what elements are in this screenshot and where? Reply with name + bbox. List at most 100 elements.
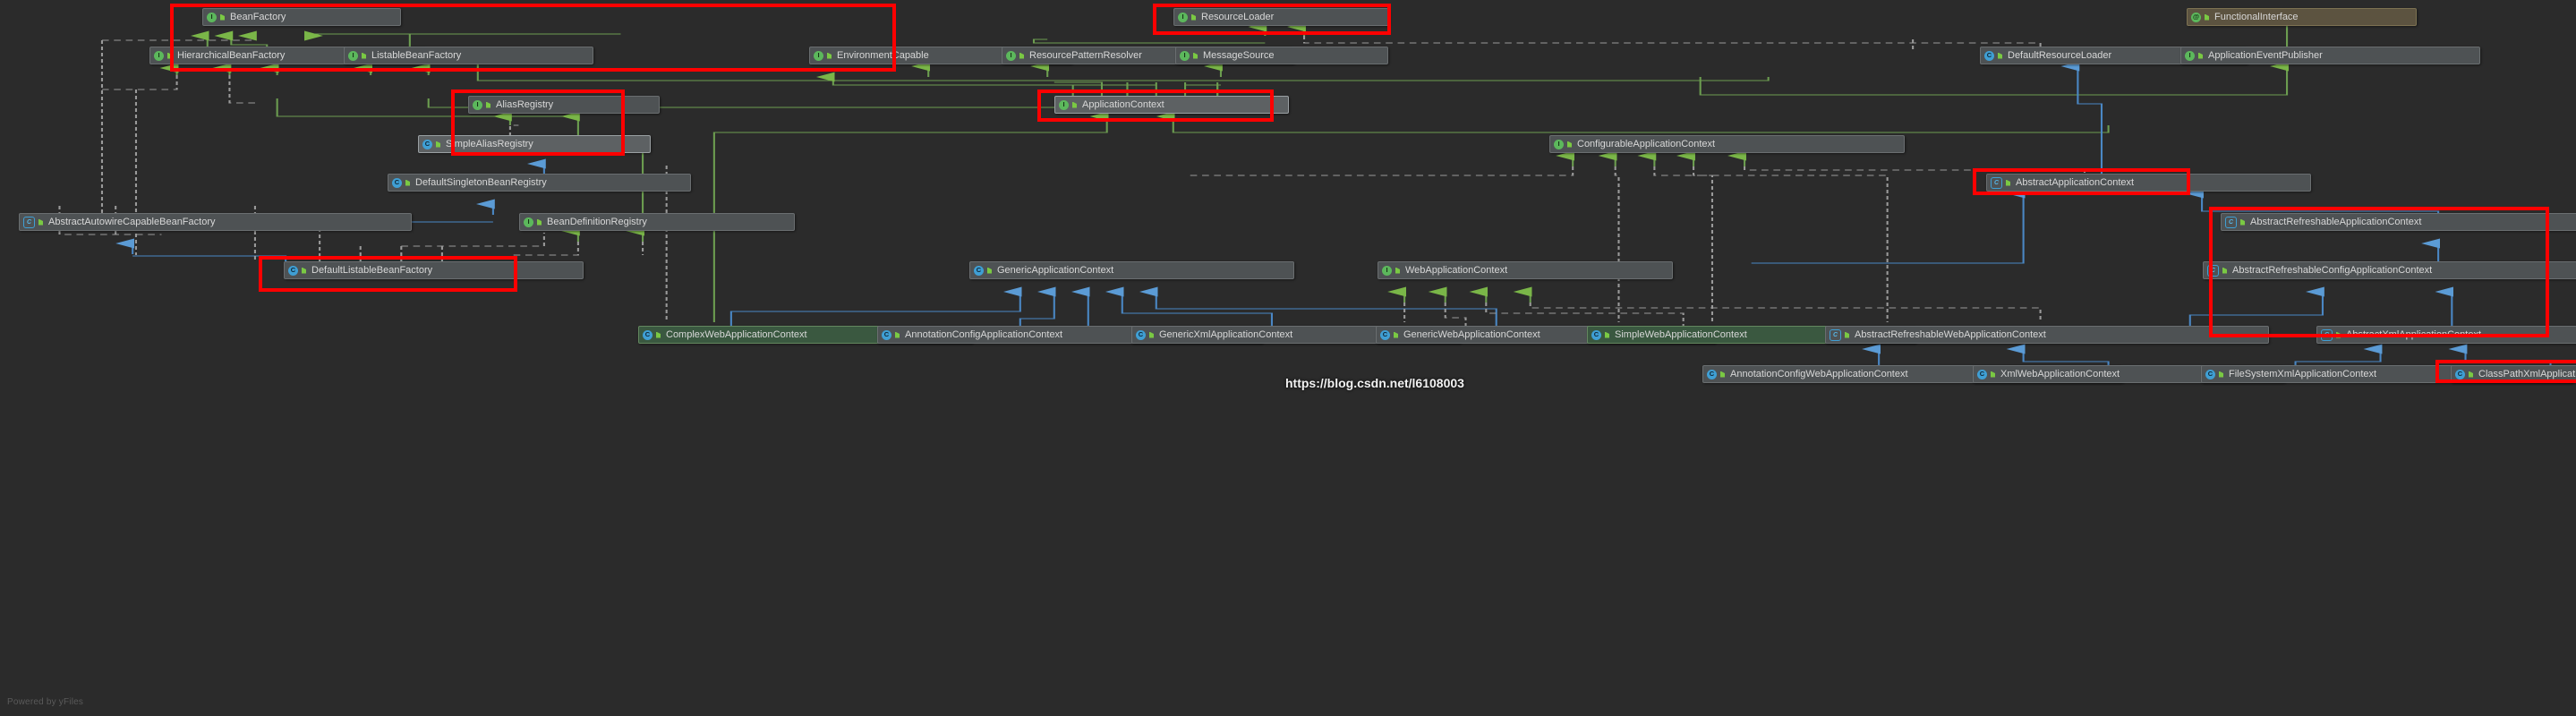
uml-node-classPathXmlApplicationContext[interactable]: C ClassPathXmlApplicationContext bbox=[2451, 365, 2576, 383]
interface-icon: I bbox=[524, 217, 533, 227]
uml-node-listableBeanFactory[interactable]: I ListableBeanFactory bbox=[344, 47, 593, 64]
uml-node-label: WebApplicationContext bbox=[1405, 264, 1508, 276]
uml-node-label: AbstractRefreshableConfigApplicationCont… bbox=[2232, 264, 2433, 276]
uml-node-abstractRefreshableApplicationContext[interactable]: C AbstractRefreshableApplicationContext bbox=[2221, 213, 2576, 231]
uml-node-resourceLoader[interactable]: I ResourceLoader bbox=[1173, 8, 1389, 26]
interface-icon: I bbox=[2185, 50, 2195, 61]
uml-node-label: ComplexWebApplicationContext bbox=[666, 328, 807, 340]
uml-node-abstractRefreshableWebApplicationContext[interactable]: C AbstractRefreshableWebApplicationContex… bbox=[1825, 326, 2269, 344]
class-icon: C bbox=[1380, 329, 1390, 340]
uml-node-beanDefinitionRegistry[interactable]: I BeanDefinitionRegistry bbox=[519, 213, 795, 231]
uml-node-applicationEventPublisher[interactable]: I ApplicationEventPublisher bbox=[2180, 47, 2480, 64]
class-icon: C bbox=[422, 139, 432, 149]
uml-node-defaultListableBeanFactory[interactable]: C DefaultListableBeanFactory bbox=[284, 261, 584, 279]
class-icon: C bbox=[392, 177, 402, 188]
uml-node-label: ClassPathXmlApplicationContext bbox=[2478, 368, 2576, 379]
visibility-public-icon bbox=[1395, 267, 1402, 275]
uml-node-label: AliasRegistry bbox=[496, 98, 554, 110]
visibility-public-icon bbox=[1844, 331, 1851, 339]
visibility-public-icon bbox=[361, 52, 368, 60]
visibility-public-icon bbox=[894, 331, 901, 339]
uml-node-genericApplicationContext[interactable]: C GenericApplicationContext bbox=[969, 261, 1294, 279]
visibility-public-icon bbox=[166, 52, 174, 60]
yfiles-watermark: Powered by yFiles bbox=[7, 697, 84, 707]
visibility-public-icon bbox=[2005, 179, 2012, 187]
uml-node-label: GenericApplicationContext bbox=[997, 264, 1114, 276]
interface-icon: I bbox=[207, 12, 217, 22]
abstract-class-icon: C bbox=[23, 216, 35, 228]
uml-node-abstractRefreshableConfigApplicationContext[interactable]: C AbstractRefreshableConfigApplicationCon… bbox=[2203, 261, 2576, 279]
uml-node-simpleAliasRegistry[interactable]: C SimpleAliasRegistry bbox=[418, 135, 651, 153]
visibility-public-icon bbox=[2197, 52, 2205, 60]
uml-node-aliasRegistry[interactable]: I AliasRegistry bbox=[468, 96, 660, 114]
class-icon: C bbox=[1984, 50, 1994, 61]
class-icon: C bbox=[1591, 329, 1601, 340]
uml-node-label: GenericXmlApplicationContext bbox=[1159, 328, 1293, 340]
uml-node-functionalInterface[interactable]: @ FunctionalInterface bbox=[2187, 8, 2417, 26]
visibility-public-icon bbox=[826, 52, 833, 60]
uml-node-label: DefaultListableBeanFactory bbox=[311, 264, 433, 276]
uml-node-label: ResourceLoader bbox=[1201, 11, 1275, 22]
uml-node-abstractAutowireCapableBeanFactory[interactable]: C AbstractAutowireCapableBeanFactory bbox=[19, 213, 412, 231]
uml-node-abstractXmlApplicationContext[interactable]: C AbstractXmlApplicationContext bbox=[2316, 326, 2576, 344]
uml-node-label: DefaultSingletonBeanRegistry bbox=[415, 176, 547, 188]
visibility-public-icon bbox=[1997, 52, 2004, 60]
uml-node-label: FileSystemXmlApplicationContext bbox=[2229, 368, 2377, 379]
uml-diagram-canvas[interactable]: I BeanFactory I ResourceLoader @ FunctionalIn… bbox=[0, 0, 2576, 716]
visibility-public-icon bbox=[301, 267, 308, 275]
abstract-class-icon: C bbox=[1991, 176, 2002, 189]
visibility-public-icon bbox=[1604, 331, 1611, 339]
class-icon: C bbox=[1707, 369, 1717, 379]
uml-node-label: BeanFactory bbox=[230, 11, 286, 22]
class-icon: C bbox=[882, 329, 891, 340]
class-icon: C bbox=[1136, 329, 1146, 340]
annotation-icon: @ bbox=[2191, 12, 2201, 22]
visibility-public-icon bbox=[1719, 371, 1727, 379]
visibility-public-icon bbox=[1190, 13, 1198, 21]
visibility-public-icon bbox=[1566, 141, 1574, 149]
uml-node-label: AbstractAutowireCapableBeanFactory bbox=[48, 216, 216, 227]
uml-node-configurableApplicationContext[interactable]: I ConfigurableApplicationContext bbox=[1549, 135, 1905, 153]
abstract-class-icon: C bbox=[2321, 328, 2333, 341]
abstract-class-icon: C bbox=[2225, 216, 2237, 228]
uml-node-beanFactory[interactable]: I BeanFactory bbox=[202, 8, 401, 26]
visibility-public-icon bbox=[1148, 331, 1156, 339]
uml-node-label: ResourcePatternResolver bbox=[1029, 49, 1142, 61]
interface-icon: I bbox=[154, 50, 164, 61]
interface-icon: I bbox=[1178, 12, 1188, 22]
visibility-public-icon bbox=[38, 218, 45, 226]
uml-node-abstractApplicationContext[interactable]: C AbstractApplicationContext bbox=[1986, 174, 2311, 192]
interface-icon: I bbox=[1059, 99, 1069, 110]
visibility-public-icon bbox=[2468, 371, 2475, 379]
uml-node-messageSource[interactable]: I MessageSource bbox=[1175, 47, 1388, 64]
uml-node-label: EnvironmentCapable bbox=[837, 49, 929, 61]
uml-node-label: MessageSource bbox=[1203, 49, 1275, 61]
class-icon: C bbox=[2205, 369, 2215, 379]
class-icon: C bbox=[288, 265, 298, 276]
uml-node-defaultSingletonBeanRegistry[interactable]: C DefaultSingletonBeanRegistry bbox=[388, 174, 691, 192]
class-icon: C bbox=[643, 329, 653, 340]
visibility-public-icon bbox=[655, 331, 662, 339]
class-icon: C bbox=[2455, 369, 2465, 379]
uml-node-webApplicationContext[interactable]: I WebApplicationContext bbox=[1378, 261, 1673, 279]
class-icon: C bbox=[974, 265, 984, 276]
uml-node-label: ConfigurableApplicationContext bbox=[1577, 138, 1716, 149]
abstract-class-icon: C bbox=[1830, 328, 1841, 341]
interface-icon: I bbox=[814, 50, 823, 61]
uml-node-label: BeanDefinitionRegistry bbox=[547, 216, 647, 227]
visibility-public-icon bbox=[1071, 101, 1079, 109]
visibility-public-icon bbox=[2204, 13, 2211, 21]
visibility-public-icon bbox=[536, 218, 543, 226]
visibility-public-icon bbox=[2222, 267, 2229, 275]
uml-node-applicationContext[interactable]: I ApplicationContext bbox=[1054, 96, 1289, 114]
interface-icon: I bbox=[473, 99, 482, 110]
abstract-class-icon: C bbox=[2207, 264, 2219, 277]
interface-icon: I bbox=[1006, 50, 1016, 61]
uml-node-label: SimpleAliasRegistry bbox=[446, 138, 533, 149]
uml-node-label: SimpleWebApplicationContext bbox=[1615, 328, 1747, 340]
visibility-public-icon bbox=[1990, 371, 1997, 379]
interface-icon: I bbox=[1554, 139, 1564, 149]
interface-icon: I bbox=[1180, 50, 1190, 61]
visibility-public-icon bbox=[219, 13, 226, 21]
uml-node-label: ListableBeanFactory bbox=[371, 49, 462, 61]
